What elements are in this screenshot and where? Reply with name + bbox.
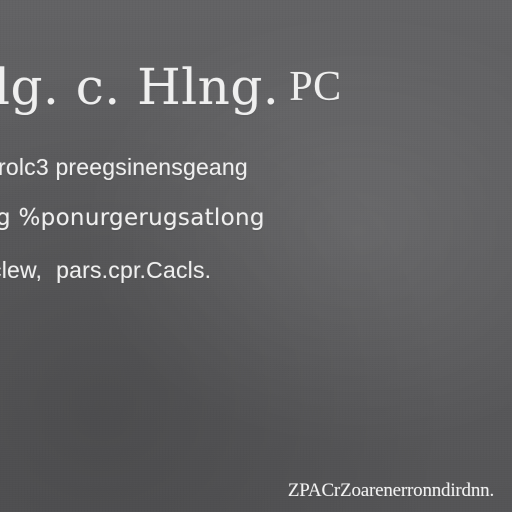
subtitle-line-1: rolc3 preegsinensgeang	[0, 154, 248, 180]
subtitle-line-3-part-2: pars.cpr.Cacls.	[56, 257, 212, 283]
subtitle-line-3: clew, pars.cpr.Cacls.	[0, 257, 211, 284]
footer-text: ZPACrZoarenerronndirdnn.	[287, 480, 494, 501]
headline-accent: PC	[289, 64, 342, 110]
headline-main: lg. c. Hlng.	[0, 58, 280, 116]
subtitle-line-2: g %ponurgerugsatlong	[0, 205, 265, 231]
poster-canvas: lg. c. Hlng. PC rolc3 preegsinensgeang g …	[0, 0, 512, 512]
subtitle-line-3-part-1: clew,	[0, 257, 43, 283]
headline-text: lg. c. Hlng. PC	[0, 58, 342, 116]
